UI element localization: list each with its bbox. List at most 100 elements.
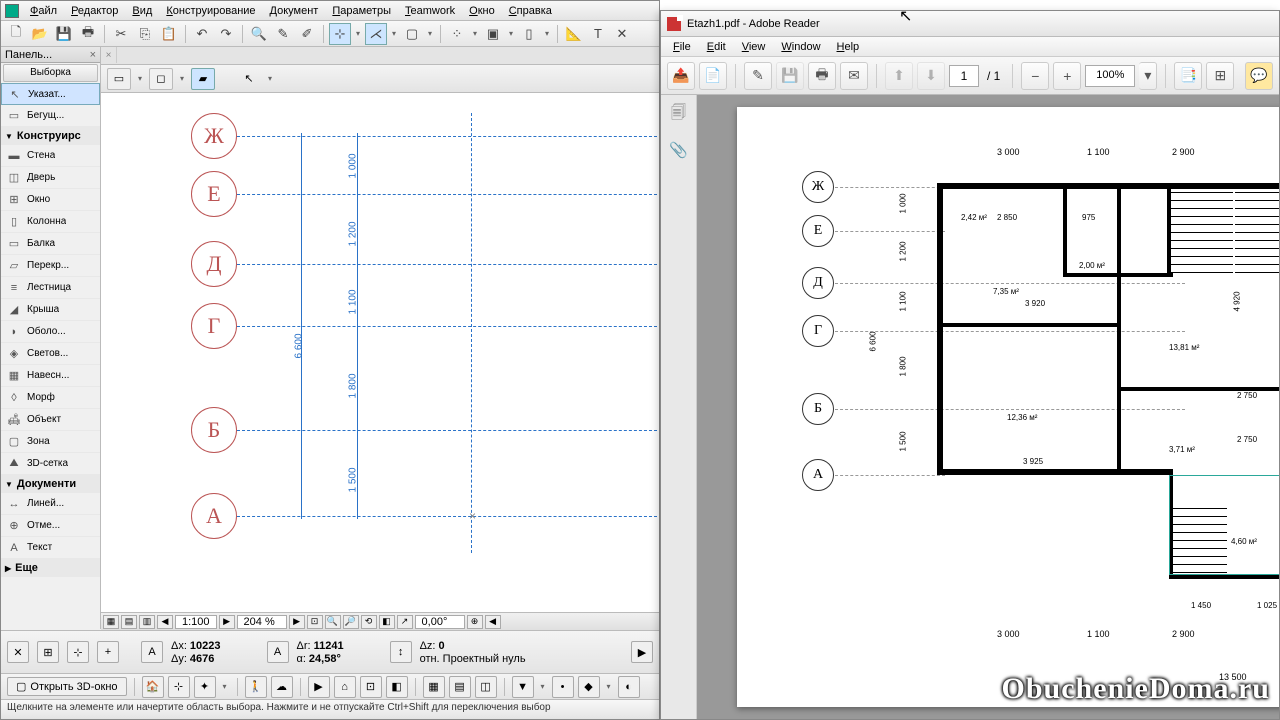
zoom-select[interactable]: 100% <box>1085 65 1135 87</box>
construction-group[interactable]: ▼Конструирс <box>1 127 100 145</box>
zoom-in-icon[interactable]: 🔍 <box>325 615 341 629</box>
fit-page-icon[interactable]: ⊞ <box>1206 62 1234 90</box>
eyedropper-icon[interactable]: ✐ <box>296 23 318 45</box>
cut-icon[interactable]: ✂ <box>110 23 132 45</box>
snap1-icon[interactable]: ⊹ <box>329 23 351 45</box>
arrow-tool[interactable]: ↖Указат... <box>1 83 100 105</box>
menu-edit[interactable]: Редактор <box>64 5 125 17</box>
act-btn[interactable]: ⊡ <box>360 676 382 698</box>
menu-window[interactable]: Окно <box>462 5 502 17</box>
close-icon[interactable]: ✕ <box>611 23 633 45</box>
grid-icon[interactable]: ⁘ <box>446 23 468 45</box>
polar-toggle[interactable]: A <box>267 641 289 663</box>
column-tool[interactable]: ▯Колонна <box>1 211 100 233</box>
window-tool[interactable]: ⊞Окно <box>1 189 100 211</box>
export-icon[interactable]: 📤 <box>667 62 695 90</box>
act-btn[interactable]: ▼ <box>512 676 534 698</box>
menu-edit[interactable]: Edit <box>699 41 734 53</box>
zoom-dropdown-icon[interactable]: ▾ <box>1139 62 1157 90</box>
mesh-tool[interactable]: ⛰3D-сетка <box>1 453 100 475</box>
reader-viewport[interactable]: 3 000 1 100 2 900 3 000 1 100 2 900 13 5… <box>697 95 1279 719</box>
zone-tool[interactable]: ▢Зона <box>1 431 100 453</box>
zoom-field[interactable]: 204 % <box>237 615 287 629</box>
undo-icon[interactable]: ↶ <box>191 23 213 45</box>
sb-btn[interactable]: ▤ <box>121 615 137 629</box>
new-icon[interactable]: 🗋 <box>5 23 27 45</box>
menu-file[interactable]: Файл <box>23 5 64 17</box>
document-group[interactable]: ▼Документи <box>1 475 100 493</box>
menu-view[interactable]: Вид <box>125 5 159 17</box>
zoom-fit-icon[interactable]: ⊡ <box>307 615 323 629</box>
sb-btn[interactable]: ▦ <box>103 615 119 629</box>
dimension-tool[interactable]: ↔Линей... <box>1 493 100 515</box>
floor-plan-canvas[interactable]: Ж Е Д Г Б А 1 000 1 200 1 10 <box>101 93 659 629</box>
dropdown-icon[interactable]: ▾ <box>389 29 399 38</box>
dropdown-icon[interactable]: ▾ <box>470 29 480 38</box>
cloud-icon[interactable]: ☁ <box>271 676 293 698</box>
dropdown-icon[interactable]: ▾ <box>425 29 435 38</box>
level-tool[interactable]: ⊕Отме... <box>1 515 100 537</box>
comment-icon[interactable]: 💬 <box>1245 62 1273 90</box>
beam-tool[interactable]: ▭Балка <box>1 233 100 255</box>
page-down-icon[interactable]: ⬇ <box>917 62 945 90</box>
page-input[interactable] <box>949 65 979 87</box>
thumbnails-icon[interactable]: 🗐 <box>668 103 690 125</box>
roof-tool[interactable]: ◢Крыша <box>1 299 100 321</box>
dropdown-icon[interactable]: ▾ <box>353 29 363 38</box>
grid-btn[interactable]: ⊞ <box>37 641 59 663</box>
shell-tool[interactable]: ◗Оболо... <box>1 321 100 343</box>
door-tool[interactable]: ◫Дверь <box>1 167 100 189</box>
act-btn[interactable]: ◫ <box>475 676 497 698</box>
menu-file[interactable]: File <box>665 41 699 53</box>
canvas-area[interactable]: × ▭▾ ◻▾ ▰ ↖▾ Ж Е Д Г Б А <box>101 47 659 629</box>
sb-arrow-right[interactable]: ▶ <box>219 615 235 629</box>
menu-help[interactable]: Help <box>829 41 868 53</box>
zoom-out-icon[interactable]: − <box>1021 62 1049 90</box>
z-toggle[interactable]: ↕ <box>390 641 412 663</box>
text-icon[interactable]: T <box>587 23 609 45</box>
zoom-btn[interactable]: ◧ <box>379 615 395 629</box>
redo-icon[interactable]: ↷ <box>215 23 237 45</box>
search-icon[interactable]: 🔍 <box>248 23 270 45</box>
stair-tool[interactable]: ≡Лестница <box>1 277 100 299</box>
scale-field[interactable]: 1:100 <box>175 615 217 629</box>
snap-btn[interactable]: ⊹ <box>67 641 89 663</box>
zoom-reset-icon[interactable]: ⟲ <box>361 615 377 629</box>
menu-help[interactable]: Справка <box>502 5 559 17</box>
sb-btn[interactable]: ⊕ <box>467 615 483 629</box>
print-icon[interactable]: 🖶 <box>808 62 836 90</box>
mode-btn-1[interactable]: ▭ <box>107 68 131 90</box>
panel-close-icon[interactable]: × <box>90 49 96 61</box>
page-up-icon[interactable]: ⬆ <box>885 62 913 90</box>
sb-arrow[interactable]: ▶ <box>289 615 305 629</box>
act-btn[interactable]: ▶ <box>308 676 330 698</box>
marquee-tool[interactable]: ▭Бегущ... <box>1 105 100 127</box>
curtain-tool[interactable]: ▦Навесн... <box>1 365 100 387</box>
pencil-icon[interactable]: ✎ <box>272 23 294 45</box>
play-btn[interactable]: ▶ <box>631 641 653 663</box>
attachments-icon[interactable]: 📎 <box>668 139 690 161</box>
add-btn[interactable]: + <box>97 641 119 663</box>
save-icon[interactable]: 💾 <box>53 23 75 45</box>
menu-design[interactable]: Конструирование <box>159 5 262 17</box>
paste-icon[interactable]: 📋 <box>158 23 180 45</box>
create-pdf-icon[interactable]: 📄 <box>699 62 727 90</box>
snap3-icon[interactable]: ▢ <box>401 23 423 45</box>
reader-titlebar[interactable]: Etazh1.pdf - Adobe Reader <box>661 11 1279 37</box>
email-icon[interactable]: ✉ <box>840 62 868 90</box>
open-icon[interactable]: 📂 <box>29 23 51 45</box>
act-btn[interactable]: 🏠 <box>142 676 164 698</box>
arrow-btn[interactable]: ↖ <box>237 68 261 90</box>
act-btn[interactable]: ◆ <box>578 676 600 698</box>
act-btn[interactable]: ▦ <box>423 676 445 698</box>
act-btn[interactable]: • <box>552 676 574 698</box>
sign-icon[interactable]: ✎ <box>744 62 772 90</box>
mode-btn-3[interactable]: ▰ <box>191 68 215 90</box>
text-tool[interactable]: AТекст <box>1 537 100 559</box>
sb-btn[interactable]: ▥ <box>139 615 155 629</box>
selector-dropdown[interactable]: Выборка <box>3 64 98 82</box>
morph-tool[interactable]: ◊Морф <box>1 387 100 409</box>
menu-window[interactable]: Window <box>773 41 828 53</box>
layer-icon[interactable]: ▣ <box>482 23 504 45</box>
zoom-out-icon[interactable]: 🔎 <box>343 615 359 629</box>
